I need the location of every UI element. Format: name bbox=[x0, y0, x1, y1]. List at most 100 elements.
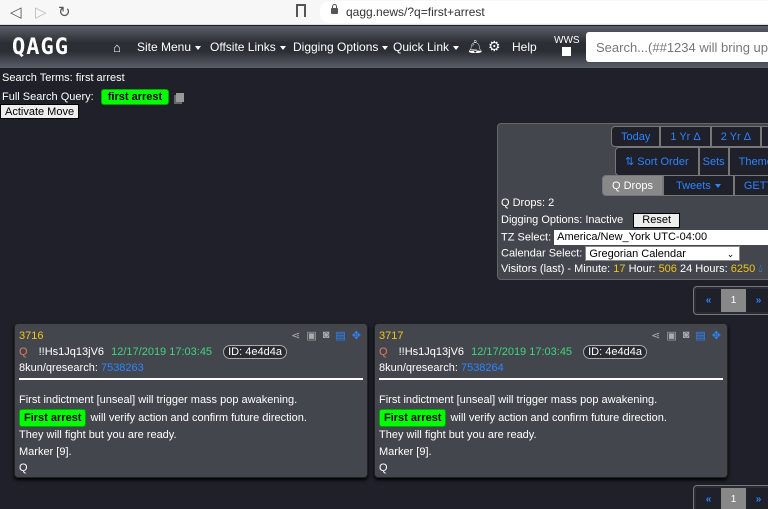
tz-select-label: TZ Select: bbox=[501, 231, 552, 244]
clipboard-check-icon[interactable]: ▣ bbox=[666, 329, 676, 342]
two-year-delta-button[interactable]: 2 Yr Δ bbox=[710, 126, 762, 147]
calendar-select-row: Calendar Select: Gregorian Calendar ⌄ bbox=[501, 246, 741, 261]
date-button-group: Today 1 Yr Δ 2 Yr Δ 3 Yr Δ bbox=[611, 126, 768, 147]
forward-icon[interactable]: ▷ bbox=[35, 3, 47, 21]
drop-number[interactable]: 3716 bbox=[19, 330, 43, 342]
drop-line-text: will verify action and confirm future di… bbox=[450, 411, 667, 424]
reload-icon[interactable]: ↻ bbox=[58, 3, 71, 21]
control-panel: Today 1 Yr Δ 2 Yr Δ 3 Yr Δ ⇅ Sort Order … bbox=[497, 123, 768, 280]
document-icon[interactable]: ▤ bbox=[335, 329, 345, 342]
nav-offsite-links[interactable]: Offsite Links bbox=[210, 40, 286, 54]
calendar-select[interactable]: Gregorian Calendar ⌄ bbox=[585, 246, 741, 261]
activate-move-button[interactable]: Activate Move bbox=[0, 104, 80, 119]
tab-q-drops[interactable]: Q Drops bbox=[602, 175, 663, 196]
back-icon[interactable]: ◁ bbox=[10, 3, 22, 21]
tripcode: !!Hs1Jq13jV6 bbox=[398, 346, 465, 358]
full-search-query-label: Full Search Query: bbox=[2, 91, 94, 103]
pagination-bottom: « 1 » bbox=[693, 485, 768, 509]
drop-line: First arrest will verify action and confi… bbox=[379, 408, 667, 427]
move-arrows-icon[interactable]: ✥ bbox=[712, 329, 721, 342]
home-icon[interactable]: ⌂ bbox=[113, 40, 121, 55]
caret-down-icon bbox=[714, 184, 721, 189]
drop-meta: Q !!Hs1Jq13jV6 12/17/2019 17:03:45 ID: 4… bbox=[19, 345, 287, 359]
page-1-button[interactable]: 1 bbox=[721, 488, 746, 509]
q-drops-count: Q Drops: 2 bbox=[501, 197, 555, 209]
nav-digging-options[interactable]: Digging Options bbox=[293, 40, 389, 54]
bell-icon[interactable]: 🔔︎ bbox=[467, 39, 484, 55]
source-label: 8kun/qresearch: bbox=[19, 362, 98, 374]
three-year-delta-button[interactable]: 3 Yr Δ bbox=[761, 126, 768, 147]
move-arrows-icon[interactable]: ✥ bbox=[352, 329, 361, 342]
drop-line: Marker [9]. bbox=[19, 445, 72, 458]
wws-checkbox[interactable] bbox=[562, 47, 571, 56]
drop-source: 8kun/qresearch: 7538263 bbox=[19, 362, 144, 374]
caret-down-icon bbox=[279, 45, 286, 50]
caret-down-icon bbox=[195, 45, 202, 50]
query-badge[interactable]: first arrest bbox=[100, 89, 170, 105]
poster-id-badge: ID: 4e4d4a bbox=[223, 345, 287, 359]
options-button-group: ⇅ Sort Order Sets Theme: bbox=[615, 147, 768, 176]
vr-glasses-icon[interactable]: ◙ bbox=[323, 329, 330, 342]
tab-tweets[interactable]: Tweets bbox=[662, 175, 734, 196]
next-page-button[interactable]: » bbox=[746, 488, 768, 509]
caret-down-icon bbox=[382, 45, 389, 50]
author-q: Q bbox=[19, 346, 28, 358]
tab-gettr[interactable]: GETTR bbox=[733, 175, 768, 196]
gear-icon[interactable]: ⚙ bbox=[488, 38, 501, 55]
url-text[interactable]: qagg.news/?q=first+arrest bbox=[346, 5, 485, 19]
water-drop-icon[interactable]: 💧︎ bbox=[758, 263, 762, 275]
digging-options-label: Digging Options: Inactive bbox=[501, 214, 624, 226]
browser-toolbar: ◁ ▷ ↻ qagg.news/?q=first+arrest bbox=[0, 0, 768, 25]
drop-number[interactable]: 3717 bbox=[379, 330, 403, 342]
theme-button[interactable]: Theme: bbox=[728, 147, 768, 176]
drop-line: They will fight but you are ready. bbox=[379, 429, 537, 441]
wws-label: WWS bbox=[554, 35, 580, 46]
search-highlight: First arrest bbox=[379, 408, 447, 427]
sort-order-button[interactable]: ⇅ Sort Order bbox=[615, 147, 699, 176]
next-page-button[interactable]: » bbox=[746, 289, 768, 312]
source-label: 8kun/qresearch: bbox=[379, 362, 458, 374]
divider bbox=[379, 378, 723, 380]
visitors-minute: 17 bbox=[613, 263, 626, 275]
site-logo[interactable]: QAGG bbox=[12, 35, 69, 60]
reset-button[interactable]: Reset bbox=[633, 213, 681, 228]
visitors-day: 6250 bbox=[730, 263, 756, 275]
search-terms: Search Terms: first arrest bbox=[2, 72, 125, 84]
navbar: QAGG ⌂ Site Menu Offsite Links Digging O… bbox=[0, 26, 768, 68]
drop-source: 8kun/qresearch: 7538264 bbox=[379, 362, 504, 374]
search-terms-value: first arrest bbox=[75, 72, 125, 84]
divider bbox=[19, 378, 363, 380]
nav-help[interactable]: Help bbox=[512, 40, 537, 54]
today-button[interactable]: Today bbox=[611, 126, 661, 147]
drop-signature: Q bbox=[19, 462, 28, 474]
nav-digging-options-label: Digging Options bbox=[293, 40, 379, 54]
visitors-row: Visitors (last) - Minute: 17 Hour: 506 2… bbox=[501, 263, 763, 276]
drop-line-text: will verify action and confirm future di… bbox=[90, 411, 307, 424]
copy-icon[interactable] bbox=[176, 92, 185, 102]
drop-line: First indictment [unseal] will trigger m… bbox=[379, 394, 658, 406]
drop-actions: ⋖ ▣ ◙ ▤ ✥ bbox=[651, 329, 721, 342]
document-icon[interactable]: ▤ bbox=[695, 329, 705, 342]
vr-glasses-icon[interactable]: ◙ bbox=[683, 329, 690, 342]
post-link[interactable]: 7538264 bbox=[461, 362, 504, 374]
drop-card: 3716 ⋖ ▣ ◙ ▤ ✥ Q !!Hs1Jq13jV6 12/17/2019… bbox=[14, 323, 368, 478]
share-icon[interactable]: ⋖ bbox=[651, 329, 660, 342]
content-tab-group: Q Drops Tweets GETTR bbox=[602, 175, 768, 196]
one-year-delta-button[interactable]: 1 Yr Δ bbox=[660, 126, 711, 147]
prev-page-button[interactable]: « bbox=[696, 488, 721, 509]
digging-options-status: Digging Options: Inactive Reset bbox=[501, 213, 681, 228]
clipboard-check-icon[interactable]: ▣ bbox=[306, 329, 316, 342]
visitors-label: Visitors (last) - Minute: bbox=[501, 263, 611, 275]
sets-button[interactable]: Sets bbox=[698, 147, 729, 176]
page-1-button[interactable]: 1 bbox=[721, 289, 746, 312]
prev-page-button[interactable]: « bbox=[696, 289, 721, 312]
search-terms-label: Search Terms: bbox=[2, 72, 73, 84]
tz-select-input[interactable]: America/New_York UTC-04:00 bbox=[554, 230, 768, 245]
post-link[interactable]: 7538263 bbox=[101, 362, 144, 374]
nav-site-menu[interactable]: Site Menu bbox=[137, 40, 202, 54]
bookmark-icon[interactable] bbox=[296, 4, 306, 17]
drop-actions: ⋖ ▣ ◙ ▤ ✥ bbox=[291, 329, 361, 342]
search-input[interactable] bbox=[586, 32, 768, 62]
nav-quick-link[interactable]: Quick Link bbox=[393, 40, 460, 54]
share-icon[interactable]: ⋖ bbox=[291, 329, 300, 342]
